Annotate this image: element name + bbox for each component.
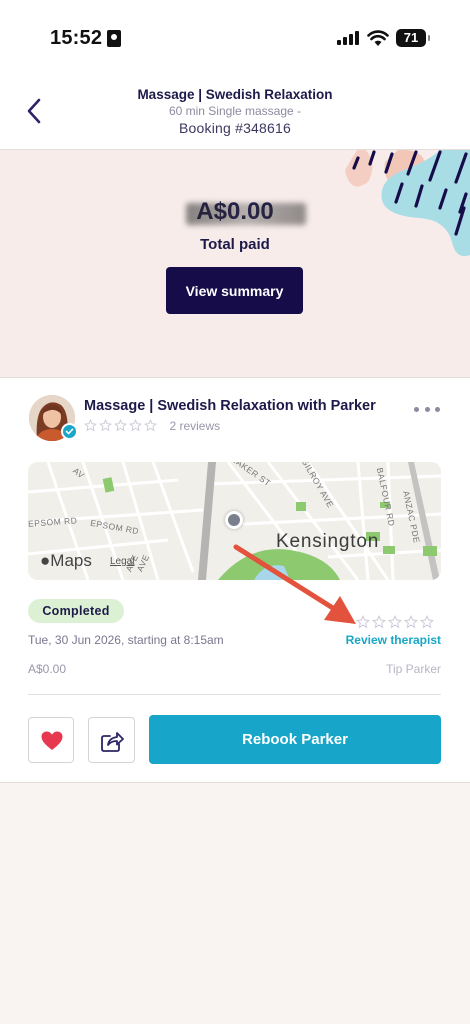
booking-title: Massage | Swedish Relaxation: [137, 87, 333, 102]
location-map[interactable]: AV BAKER ST GILROY AVE BALFOUR RD ANZAC …: [28, 462, 441, 580]
wifi-icon: [367, 30, 389, 46]
review-count: 2 reviews: [169, 418, 221, 433]
tip-therapist-link[interactable]: Tip Parker: [300, 662, 441, 676]
apple-maps-logo: ●Maps: [40, 551, 92, 571]
therapist-card: Massage | Swedish Relaxation with Parker…: [0, 377, 470, 783]
status-bar: 15:52 71: [0, 0, 470, 76]
divider: [28, 694, 441, 695]
therapist-title[interactable]: Massage | Swedish Relaxation with Parker: [84, 398, 376, 414]
maps-logo-text: Maps: [50, 551, 92, 570]
share-button[interactable]: [88, 717, 135, 763]
total-paid-label: Total paid: [200, 236, 270, 253]
star-icon[interactable]: [372, 614, 386, 629]
view-summary-button[interactable]: View summary: [166, 267, 303, 314]
more-horizontal-icon[interactable]: [414, 404, 440, 414]
location-pin: [225, 511, 243, 529]
page-header: Massage | Swedish Relaxation 60 min Sing…: [0, 76, 470, 150]
map-legal-link[interactable]: Legal: [110, 556, 134, 567]
star-icon[interactable]: [356, 614, 370, 629]
star-icon[interactable]: [404, 614, 418, 629]
star-icon: [114, 419, 127, 432]
status-time: 15:52: [50, 27, 103, 49]
star-icon: [144, 419, 157, 432]
favorite-button[interactable]: [28, 717, 74, 763]
booking-price: A$0.00: [28, 662, 67, 676]
redaction-blur: [186, 203, 306, 225]
battery-icon: 71: [396, 29, 430, 47]
star-icon[interactable]: [420, 614, 434, 629]
star-icon[interactable]: [388, 614, 402, 629]
review-stars[interactable]: [356, 613, 436, 628]
star-icon: [129, 419, 142, 432]
id-card-icon: [107, 30, 121, 47]
booking-number: Booking #348616: [179, 120, 291, 136]
share-icon: [101, 732, 124, 752]
booking-date: Tue, 30 Jun 2026, starting at 8:15am: [28, 633, 224, 647]
rebook-button[interactable]: Rebook Parker: [149, 715, 441, 764]
heart-icon: [41, 731, 63, 750]
signal-icon: [337, 31, 359, 45]
review-therapist-link[interactable]: Review therapist: [300, 633, 441, 647]
apple-icon: ●: [40, 551, 51, 570]
map-suburb-label: Kensington: [276, 531, 380, 552]
therapist-rating: 2 reviews: [84, 417, 221, 433]
star-icon: [84, 419, 97, 432]
star-icon: [99, 419, 112, 432]
booking-subtitle: 60 min Single massage -: [168, 104, 302, 118]
verified-check-icon: [61, 423, 78, 440]
status-badge: Completed: [28, 599, 124, 623]
payment-summary: A$0.00 Total paid View summary: [0, 150, 470, 377]
